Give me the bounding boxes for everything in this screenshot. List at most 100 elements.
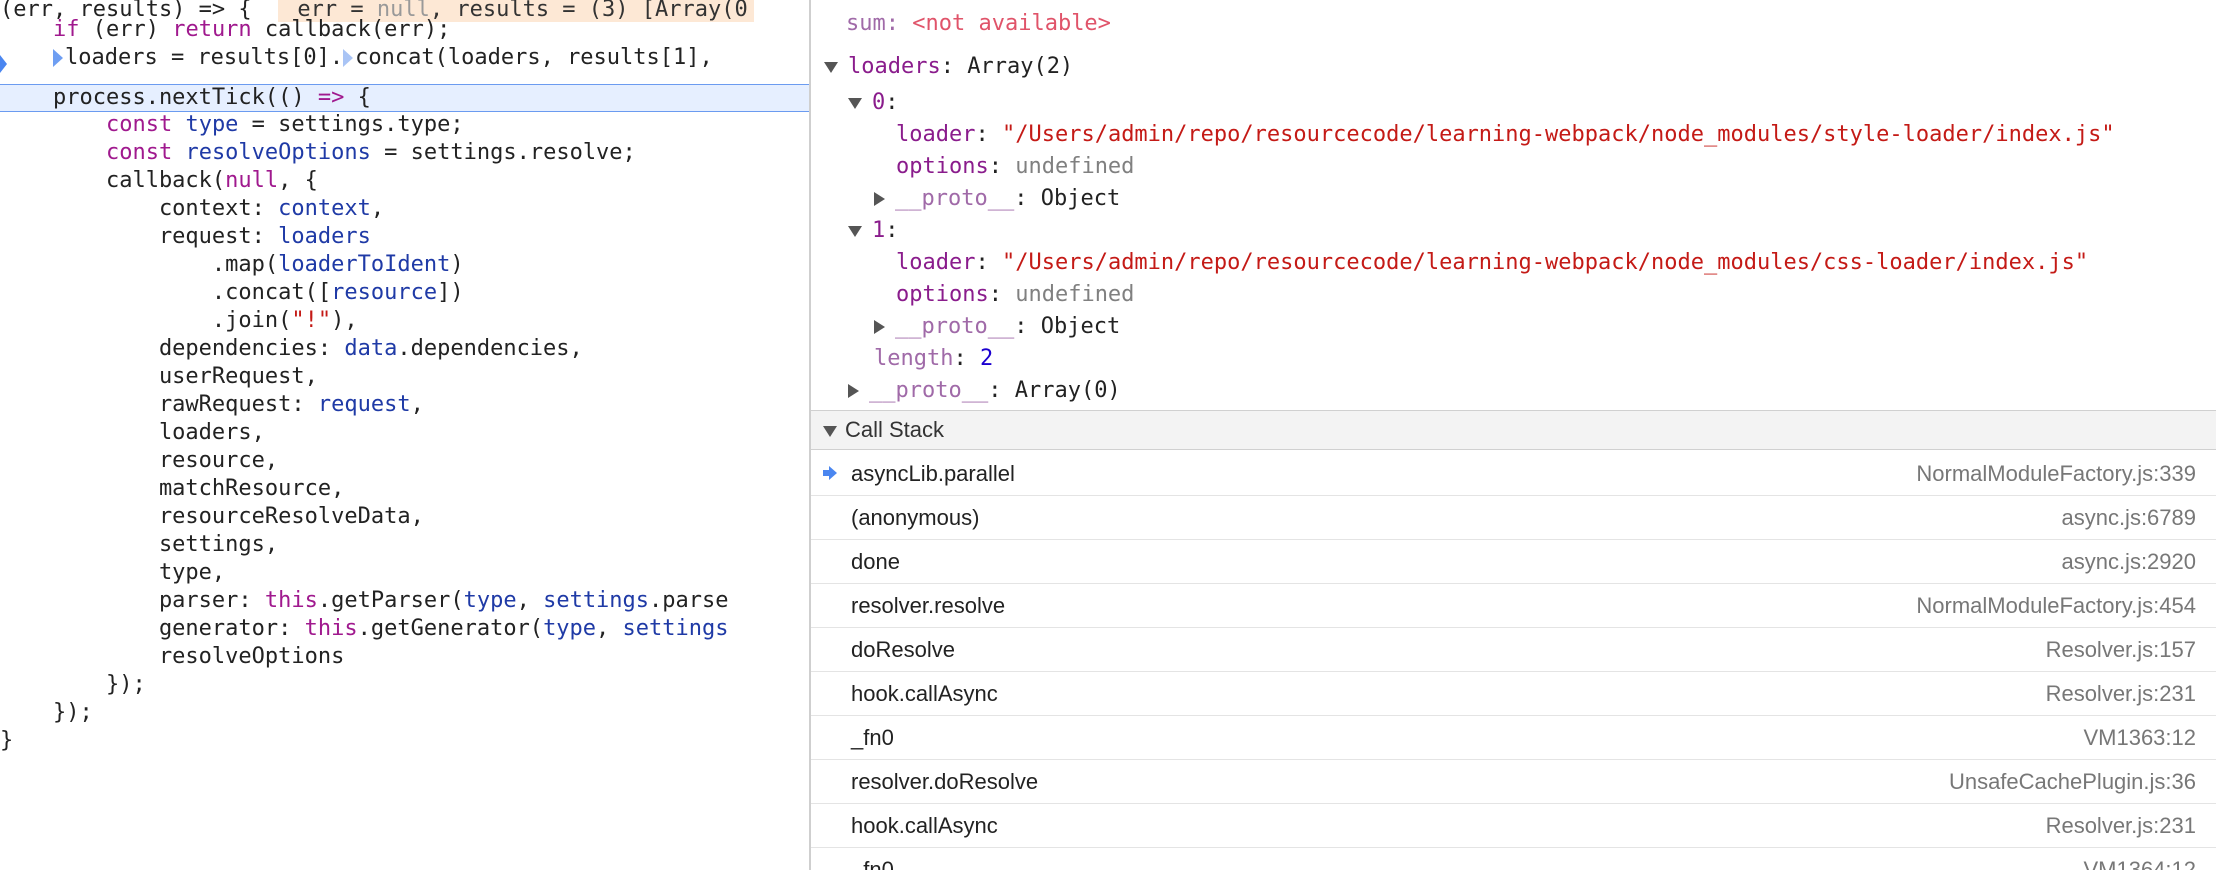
scope-row-array-proto[interactable]: __proto__: Array(0) [848,375,1121,407]
frame-location[interactable]: Resolver.js:231 [2046,672,2196,715]
call-stack-title: Call Stack [845,417,945,442]
scope-row-options[interactable]: options: undefined [896,151,1134,183]
collapse-triangle-icon[interactable] [874,192,885,206]
code-text: , [410,392,424,417]
frame-location[interactable]: NormalModuleFactory.js:454 [1916,584,2196,627]
frame-location[interactable]: VM1364:12 [2083,848,2196,870]
call-stack-frame[interactable]: (anonymous) async.js:6789 [811,496,2216,540]
expand-triangle-icon[interactable] [848,97,862,109]
debugger-sidebar: sum: <not available> loaders: Array(2) 0… [811,0,2216,870]
code-text: .getGenerator( [357,616,544,641]
code-keyword: return [172,17,252,42]
call-stack-frame[interactable]: doResolve Resolver.js:157 [811,628,2216,672]
code-line: dependencies: data.dependencies, [0,335,809,363]
code-keyword: => [317,85,345,110]
scope-row-proto[interactable]: __proto__: Object [874,311,1120,343]
frame-location[interactable]: Resolver.js:231 [2046,804,2196,847]
call-stack-frame[interactable]: done async.js:2920 [811,540,2216,584]
code-text: context: [0,196,279,221]
code-line: .concat([resource]) [0,279,809,307]
current-frame-arrow-icon [823,466,837,480]
code-line: resolveOptions [0,644,345,669]
frame-function-name: _fn0 [851,857,894,870]
current-execution-line: process.nextTick(() => { [0,84,809,112]
code-text: parser: [0,588,265,613]
scope-row-loader[interactable]: loader: "/Users/admin/repo/resourcecode/… [896,119,2115,151]
call-stack-frame[interactable]: _fn0 VM1363:12 [811,716,2216,760]
code-keyword: this [304,616,358,641]
code-line: userRequest, [0,364,318,389]
frame-location[interactable]: async.js:2920 [2061,540,2196,583]
property-separator: : [988,154,1016,179]
code-line: resource, [0,448,279,473]
property-name: loader [896,122,976,147]
code-line: type, [0,560,226,585]
property-name: options [896,282,989,307]
code-variable: resolveOptions [172,140,371,165]
call-stack-frame[interactable]: asyncLib.parallel NormalModuleFactory.js… [811,452,2216,496]
code-text: = settings.resolve; [370,140,636,165]
collapse-triangle-icon[interactable] [874,320,885,334]
code-text: callback(err); [251,17,451,42]
property-separator: : [988,282,1016,307]
scope-row-item-1[interactable]: 1: [848,215,899,247]
frame-function-name: asyncLib.parallel [851,461,1015,486]
expand-triangle-icon[interactable] [824,61,838,73]
call-stack-frame[interactable]: _fn0 VM1364:12 [811,848,2216,870]
expand-triangle-icon[interactable] [848,225,862,237]
code-line: request: loaders [0,223,809,251]
frame-location[interactable]: VM1363:12 [2083,716,2196,759]
property-separator: : [885,218,899,243]
scope-row-length[interactable]: length: 2 [874,343,993,375]
call-stack-header[interactable]: Call Stack [811,410,2216,450]
call-stack-frame[interactable]: hook.callAsync Resolver.js:231 [811,804,2216,848]
call-stack-frame[interactable]: hook.callAsync Resolver.js:231 [811,672,2216,716]
property-value: undefined [1015,282,1135,307]
expand-triangle-icon[interactable] [823,425,837,437]
code-line: if (err) return callback(err); [0,16,809,44]
code-line: loaders = results[0]. concat(loaders, res… [0,44,809,72]
code-text: generator: [0,616,305,641]
frame-location[interactable]: async.js:6789 [2061,496,2196,539]
code-text: process.nextTick(() [0,85,318,110]
frame-location[interactable]: Resolver.js:157 [2046,628,2196,671]
property-separator: : [988,378,1015,403]
call-stack-frame[interactable]: resolver.resolve NormalModuleFactory.js:… [811,584,2216,628]
scope-row-loader[interactable]: loader: "/Users/admin/repo/resourcecode/… [896,247,2088,279]
source-code-editor[interactable]: (err, results) => { err = null, results … [0,0,811,870]
call-stack-frame[interactable]: resolver.doResolve UnsafeCachePlugin.js:… [811,760,2216,804]
frame-location[interactable]: NormalModuleFactory.js:339 [1916,452,2196,495]
code-text: , [516,588,544,613]
property-name: 0 [872,90,886,115]
frame-location[interactable]: UnsafeCachePlugin.js:36 [1949,760,2196,803]
code-line: resourceResolveData, [0,504,424,529]
code-line: matchResource, [0,476,345,501]
property-name: sum [846,11,886,36]
code-line: .map(loaderToIdent) [0,251,809,279]
code-text: dependencies: [0,336,345,361]
code-variable: settings [622,616,729,641]
property-separator: : [953,346,980,371]
scope-row-options[interactable]: options: undefined [896,279,1134,311]
scope-row-sum[interactable]: sum: <not available> [846,8,1111,40]
code-variable: resource [331,280,438,305]
code-text: ), [331,308,358,333]
code-text: callback( [0,168,226,193]
property-value: Array(2) [967,54,1074,79]
property-name: __proto__ [895,314,1015,339]
code-line: }); [0,672,146,697]
scope-row-loaders[interactable]: loaders: Array(2) [824,51,1073,83]
property-value: undefined [1015,154,1135,179]
code-line: generator: this.getGenerator(type, setti… [0,615,809,643]
property-name: loaders [848,54,941,79]
property-value: Array(0) [1014,378,1121,403]
scope-row-proto[interactable]: __proto__: Object [874,183,1120,215]
inline-breakpoint-icon[interactable] [343,49,354,67]
collapse-triangle-icon[interactable] [848,384,859,398]
inline-breakpoint-icon[interactable] [52,49,63,67]
code-text: = settings.type; [238,112,464,137]
code-variable: type [172,112,239,137]
scope-row-item-0[interactable]: 0: [848,87,899,119]
